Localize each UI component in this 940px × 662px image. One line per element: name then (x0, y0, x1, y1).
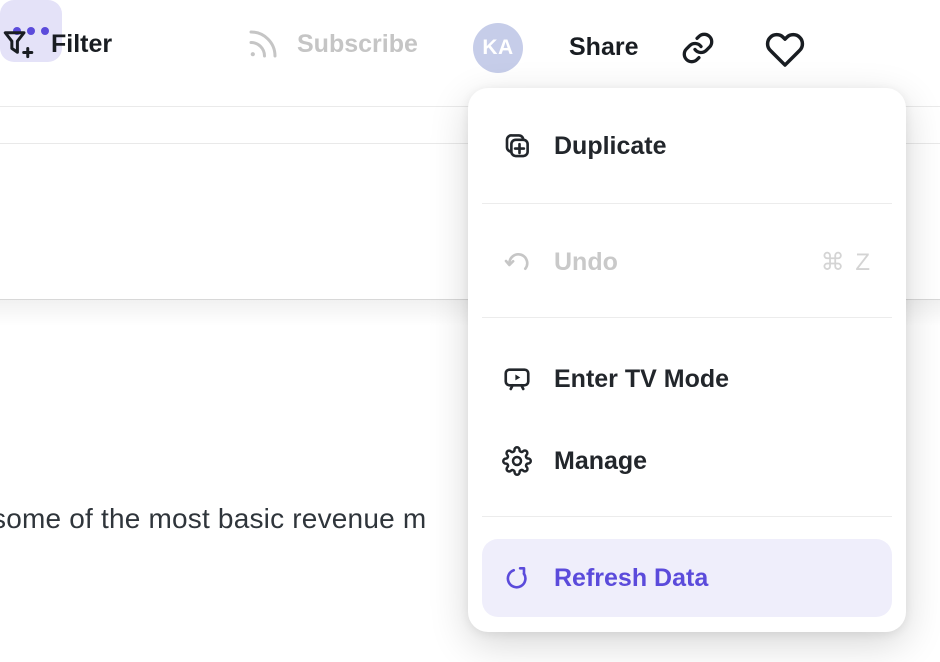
rss-icon (245, 26, 281, 62)
link-icon (680, 30, 716, 66)
shortcut-hint: ⌘ Z (821, 248, 872, 277)
avatar[interactable]: KA (473, 23, 523, 73)
menu-item-refresh-data[interactable]: Refresh Data (482, 539, 892, 617)
subscribe-button[interactable]: Subscribe (245, 26, 418, 62)
menu-item-undo[interactable]: Undo ⌘ Z (482, 228, 892, 296)
refresh-icon (502, 563, 532, 593)
body-text-fragment: some of the most basic revenue m (0, 503, 426, 535)
more-options-menu: Duplicate Undo ⌘ Z Enter TV M (468, 88, 906, 632)
subscribe-label: Subscribe (297, 30, 418, 59)
heart-icon (765, 28, 805, 68)
share-label: Share (569, 33, 638, 62)
undo-icon (502, 247, 532, 277)
menu-item-label: Refresh Data (554, 564, 708, 593)
filter-label: Filter (51, 30, 112, 59)
menu-item-manage[interactable]: Manage (482, 427, 892, 495)
copy-link-button[interactable] (676, 26, 720, 70)
menu-item-enter-tv-mode[interactable]: Enter TV Mode (482, 345, 892, 413)
filter-plus-icon (0, 26, 36, 62)
menu-item-label: Enter TV Mode (554, 365, 729, 394)
menu-divider (482, 317, 892, 318)
menu-item-duplicate[interactable]: Duplicate (482, 112, 892, 180)
share-button[interactable]: Share (569, 33, 638, 62)
favorite-button[interactable] (761, 24, 809, 72)
menu-item-label: Manage (554, 447, 647, 476)
filter-button[interactable]: Filter (0, 26, 112, 62)
menu-divider (482, 516, 892, 517)
menu-item-label: Duplicate (554, 132, 667, 161)
menu-item-label: Undo (554, 248, 618, 277)
page: some of the most basic revenue m Filter … (0, 0, 940, 662)
duplicate-icon (502, 131, 532, 161)
avatar-initials: KA (482, 36, 513, 60)
menu-divider (482, 203, 892, 204)
tv-play-icon (502, 364, 532, 394)
gear-icon (502, 446, 532, 476)
